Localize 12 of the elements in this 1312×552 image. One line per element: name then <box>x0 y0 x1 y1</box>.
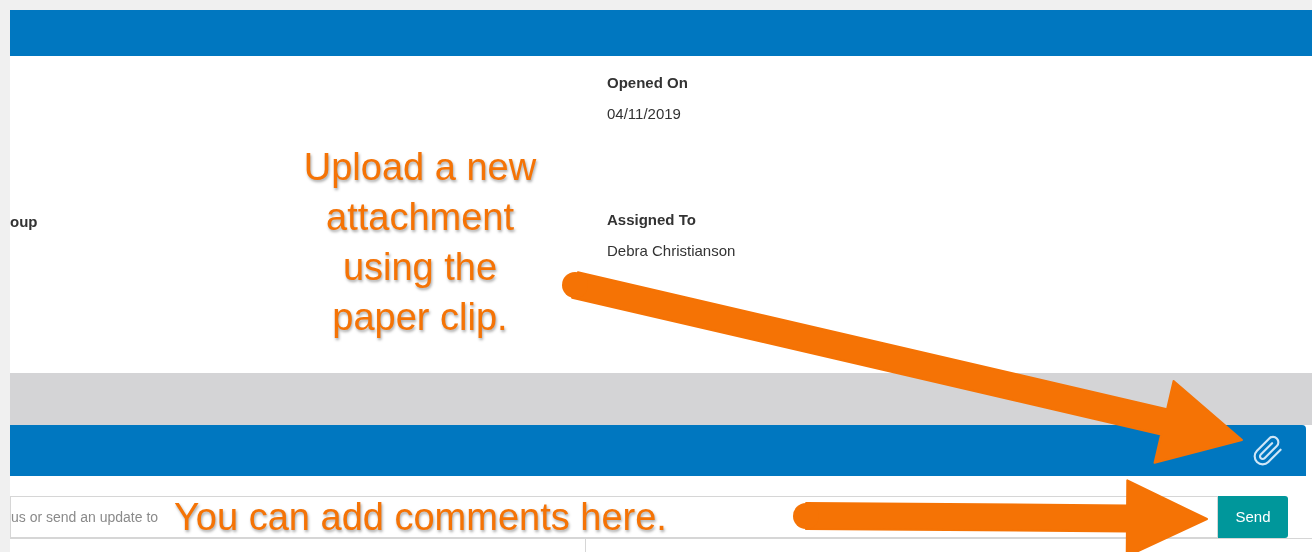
annotation-text: You can add comments here. <box>174 496 667 538</box>
annotation-text: paper clip. <box>332 295 508 340</box>
send-button[interactable]: Send <box>1218 496 1288 538</box>
field-value: Debra Christianson <box>607 240 737 261</box>
field-value: 04/11/2019 <box>607 103 682 124</box>
field-label: Opened On <box>607 73 689 93</box>
annotation-text: using the <box>342 245 498 290</box>
field-label: Assigned To <box>607 210 697 230</box>
annotation-text: Upload a new <box>303 145 537 190</box>
paperclip-icon[interactable] <box>1252 434 1284 467</box>
field-label: oup <box>10 213 38 230</box>
annotation-text: attachment <box>326 195 514 240</box>
